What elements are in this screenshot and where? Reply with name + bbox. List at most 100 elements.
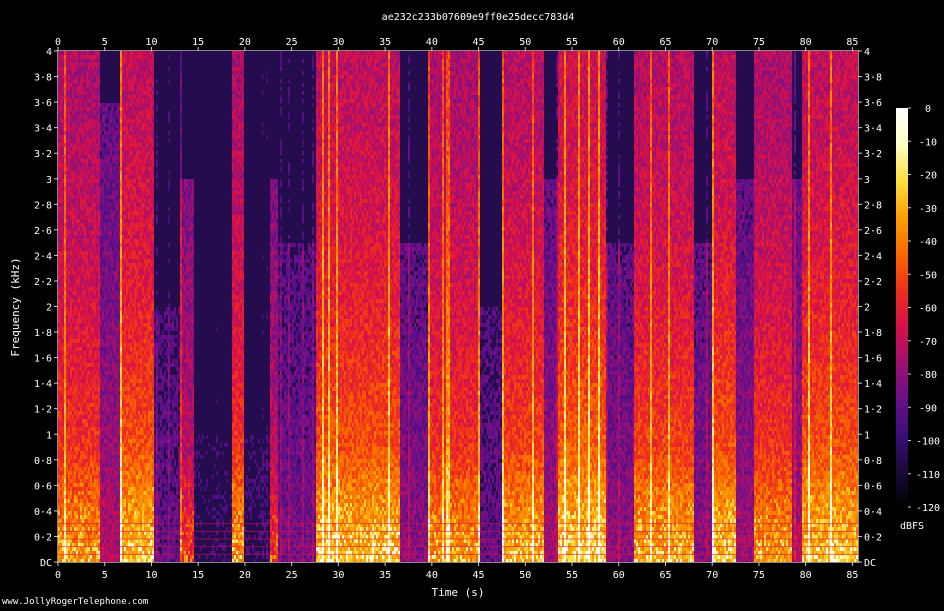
spectrogram-cell xyxy=(60,255,62,259)
spectrogram-cell xyxy=(106,403,108,407)
spectrogram-cell xyxy=(134,375,136,379)
spectrogram-cell xyxy=(98,235,100,239)
spectrogram-cell xyxy=(124,119,126,123)
spectrogram-cell xyxy=(70,167,72,171)
spectrogram-cell xyxy=(76,419,78,423)
spectrogram-cell xyxy=(124,143,126,147)
spectrogram-cell xyxy=(60,99,62,103)
spectrogram-cell xyxy=(102,351,104,355)
spectrogram-cell xyxy=(104,423,106,427)
spectrogram-cell xyxy=(104,519,106,523)
spectrogram-cell xyxy=(78,331,80,335)
spectrogram-cell xyxy=(108,499,110,503)
spectrogram-cell xyxy=(80,379,82,383)
spectrogram-cell xyxy=(72,79,74,83)
spectrogram-cell xyxy=(68,547,70,551)
spectrogram-cell xyxy=(82,171,84,175)
spectrogram-cell xyxy=(124,63,126,67)
spectrogram-cell xyxy=(58,423,60,427)
spectrogram-cell xyxy=(122,287,124,291)
spectrogram-cell xyxy=(136,307,138,311)
spectrogram-cell xyxy=(58,183,60,187)
spectrogram-cell xyxy=(128,403,130,407)
spectrogram-cell xyxy=(104,391,106,395)
spectrogram-cell xyxy=(126,343,128,347)
spectrogram-cell xyxy=(94,199,96,203)
spectrogram-cell xyxy=(78,263,80,267)
spectrogram-cell xyxy=(92,547,94,551)
spectrogram-cell xyxy=(90,155,92,159)
spectrogram-cell xyxy=(118,115,120,119)
spectrogram-cell xyxy=(60,363,62,367)
spectrogram-cell xyxy=(70,251,72,255)
spectrogram-cell xyxy=(126,491,128,495)
spectrogram-cell xyxy=(126,463,128,467)
spectrogram-cell xyxy=(96,327,98,331)
spectrogram-cell xyxy=(124,387,126,391)
spectrogram-cell xyxy=(68,303,70,307)
spectrogram-cell xyxy=(92,391,94,395)
spectrogram-cell xyxy=(72,83,74,87)
spectrogram-cell xyxy=(60,339,62,343)
spectrogram-cell xyxy=(114,139,116,143)
spectrogram-cell xyxy=(90,203,92,207)
spectrogram-cell xyxy=(66,91,68,95)
spectrogram-cell xyxy=(92,439,94,443)
spectrogram-cell xyxy=(84,239,86,243)
spectrogram-cell xyxy=(106,323,108,327)
spectrogram-cell xyxy=(130,243,132,247)
spectrogram-cell xyxy=(96,147,98,151)
spectrogram-cell xyxy=(84,427,86,431)
spectrogram-cell xyxy=(86,315,88,319)
spectrogram-cell xyxy=(136,167,138,171)
spectrogram-cell xyxy=(86,411,88,415)
spectrogram-cell xyxy=(136,115,138,119)
spectrogram-cell xyxy=(70,383,72,387)
spectrogram-cell xyxy=(98,251,100,255)
spectrogram-cell xyxy=(82,347,84,351)
spectrogram-cell xyxy=(82,555,84,559)
spectrogram-cell xyxy=(88,439,90,443)
spectrogram-cell xyxy=(78,63,80,67)
spectrogram-cell xyxy=(122,435,124,439)
spectrogram-cell xyxy=(106,367,108,371)
spectrogram-cell xyxy=(134,467,136,471)
spectrogram-cell xyxy=(88,291,90,295)
spectrogram-cell xyxy=(108,419,110,423)
spectrogram-cell xyxy=(84,115,86,119)
spectrogram-cell xyxy=(84,203,86,207)
spectrogram-cell xyxy=(106,391,108,395)
spectrogram-cell xyxy=(110,171,112,175)
spectrogram-cell xyxy=(136,187,138,191)
spectrogram-cell xyxy=(80,187,82,191)
spectrogram-cell xyxy=(66,99,68,103)
spectrogram-cell xyxy=(100,123,102,127)
spectrogram-cell xyxy=(116,339,118,343)
spectrogram-cell xyxy=(84,447,86,451)
spectrogram-cell xyxy=(58,491,60,495)
spectrogram-cell xyxy=(68,223,70,227)
spectrogram-cell xyxy=(60,235,62,239)
spectrogram-cell xyxy=(128,255,130,259)
spectrogram-cell xyxy=(90,555,92,559)
spectrogram-cell xyxy=(76,255,78,259)
spectrogram-cell xyxy=(94,511,96,515)
spectrogram-cell xyxy=(88,183,90,187)
spectrogram-cell xyxy=(64,459,66,463)
spectrogram-cell xyxy=(90,375,92,379)
spectrogram-cell xyxy=(76,67,78,71)
spectrogram-cell xyxy=(86,511,88,515)
spectrogram-cell xyxy=(78,299,80,303)
spectrogram-cell xyxy=(116,199,118,203)
spectrogram-cell xyxy=(92,147,94,151)
spectrogram-cell xyxy=(126,63,128,67)
spectrogram-cell xyxy=(90,407,92,411)
spectrogram-cell xyxy=(60,51,62,55)
spectrogram-cell xyxy=(104,511,106,515)
spectrogram-cell xyxy=(118,263,120,267)
spectrogram-cell xyxy=(98,183,100,187)
spectrogram-cell xyxy=(126,67,128,71)
spectrogram-cell xyxy=(62,411,64,415)
spectrogram-cell xyxy=(104,495,106,499)
spectrogram-cell xyxy=(134,351,136,355)
